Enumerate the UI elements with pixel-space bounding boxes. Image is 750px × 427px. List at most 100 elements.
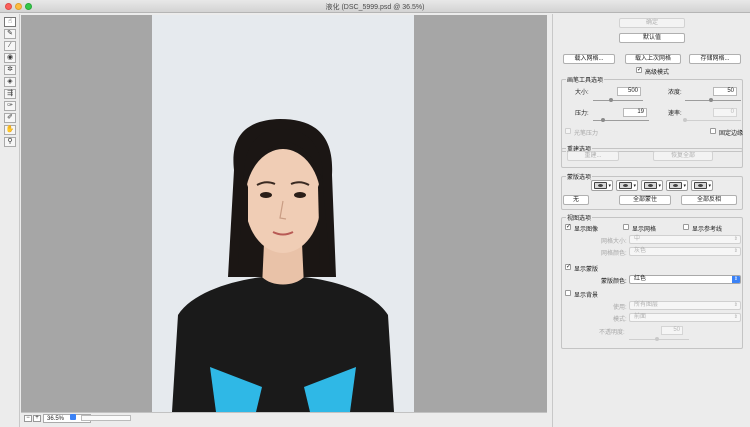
pin-edges-checkbox[interactable]	[710, 128, 716, 134]
use-value: 所有图层	[634, 302, 659, 308]
advanced-mode-checkbox[interactable]: ✓	[636, 67, 642, 73]
density-slider[interactable]	[685, 100, 741, 101]
rate-slider[interactable]	[685, 120, 741, 121]
hand-tool-icon[interactable]: ✋	[4, 125, 16, 135]
opacity-label: 不透明度:	[599, 330, 625, 336]
load-last-mesh-button[interactable]: 载入上次网格	[625, 54, 681, 64]
options-panel: 确定 默认值 载入网格... 载入上次网格 存储网格... ✓ 高级模式 画笔工…	[552, 14, 750, 427]
rate-input[interactable]: 0	[713, 108, 737, 117]
mesh-size-label: 网格大小:	[601, 239, 627, 245]
mesh-color-select[interactable]: 灰色 ⇕	[629, 247, 741, 256]
mask-color-select[interactable]: 红色 ⇕	[629, 275, 741, 284]
opacity-slider[interactable]	[629, 339, 689, 340]
push-left-tool-icon[interactable]: ⇶	[4, 89, 16, 99]
mask-options-title: 蒙版选项	[566, 172, 593, 181]
show-guides-label: 显示参考线	[692, 227, 723, 233]
density-slider-thumb[interactable]	[709, 98, 713, 102]
freeze-mask-tool-icon[interactable]: ✑	[4, 101, 16, 111]
size-slider[interactable]	[593, 100, 643, 101]
show-mesh-checkbox[interactable]	[623, 224, 629, 230]
brush-options-title: 画笔工具选项	[566, 75, 605, 84]
mask-intersect-button[interactable]: ▾	[666, 180, 688, 191]
mesh-size-chevron-icon: ⇕	[733, 236, 738, 242]
ok-button[interactable]: 确定	[619, 18, 685, 28]
window-title: 液化 (DSC_5999.psd @ 36.5%)	[325, 4, 425, 11]
show-mask-label: 显示蒙版	[574, 267, 599, 273]
mask-intersect-icon	[669, 182, 682, 189]
reconstruct-button[interactable]: 重建...	[567, 151, 619, 161]
mask-color-value: 红色	[634, 276, 647, 282]
pressure-input[interactable]: 19	[623, 108, 647, 117]
pin-edges-label: 固定边缘	[719, 131, 744, 137]
stylus-pressure-label: 光笔压力	[574, 131, 599, 137]
advanced-mode-label: 高级模式	[645, 70, 670, 76]
mesh-color-value: 灰色	[634, 248, 647, 254]
pressure-label: 压力:	[575, 111, 589, 117]
mask-add-button[interactable]: ▾	[616, 180, 638, 191]
pressure-slider-thumb[interactable]	[601, 118, 605, 122]
mask-add-icon	[619, 182, 632, 189]
mask-none-button[interactable]: 无	[563, 195, 589, 205]
preview-canvas[interactable]	[21, 15, 547, 412]
twirl-tool-icon[interactable]: ◉	[4, 53, 16, 63]
mode-chevron-icon: ⇕	[733, 314, 738, 320]
size-slider-thumb[interactable]	[609, 98, 613, 102]
title-bar: 液化 (DSC_5999.psd @ 36.5%)	[0, 0, 750, 13]
mask-replace-icon	[594, 182, 607, 189]
restore-all-button[interactable]: 恢复全部	[653, 151, 713, 161]
reconstruct-tool-icon[interactable]: ✎	[4, 29, 16, 39]
mask-invert-icon	[694, 182, 707, 189]
mesh-color-label: 网格颜色:	[601, 251, 627, 257]
density-input[interactable]: 50	[713, 87, 737, 96]
mask-all-button[interactable]: 全部蒙住	[619, 195, 671, 205]
defaults-button[interactable]: 默认值	[619, 33, 685, 43]
show-image-checkbox[interactable]: ✓	[565, 224, 571, 230]
mask-subtract-button[interactable]: ▾	[641, 180, 663, 191]
show-mask-checkbox[interactable]: ✓	[565, 264, 571, 270]
load-mesh-button[interactable]: 载入网格...	[563, 54, 615, 64]
zoom-dropdown-icon[interactable]	[70, 414, 76, 420]
show-backdrop-label: 显示背景	[574, 293, 599, 299]
rate-label: 速率:	[668, 111, 682, 117]
mode-select[interactable]: 前面 ⇕	[629, 313, 741, 322]
pucker-tool-icon[interactable]: ✲	[4, 65, 16, 75]
use-select[interactable]: 所有图层 ⇕	[629, 301, 741, 310]
show-image-label: 显示图像	[574, 227, 599, 233]
mask-color-label: 蒙版颜色:	[601, 279, 627, 285]
invert-all-button[interactable]: 全部反相	[681, 195, 737, 205]
bloat-tool-icon[interactable]: ◈	[4, 77, 16, 87]
view-options-title: 视图选项	[566, 213, 593, 222]
show-mesh-label: 显示网格	[632, 227, 657, 233]
rate-slider-thumb[interactable]	[683, 118, 687, 122]
status-bar: − + 36.5%	[21, 412, 547, 424]
opacity-slider-thumb[interactable]	[655, 337, 659, 341]
use-label: 使用:	[613, 305, 627, 311]
zoom-tool-icon[interactable]: ⚲	[4, 137, 16, 147]
thaw-mask-tool-icon[interactable]: ✐	[4, 113, 16, 123]
zoom-in-button[interactable]: +	[33, 415, 41, 422]
mode-value: 前面	[634, 314, 647, 320]
mode-label: 模式:	[613, 317, 627, 323]
zoom-scroll[interactable]	[81, 415, 131, 421]
tools-panel: ☝ ✎ ⁄ ◉ ✲ ◈ ⇶ ✑ ✐ ✋ ⚲	[0, 14, 20, 427]
smooth-tool-icon[interactable]: ⁄	[4, 41, 16, 51]
density-label: 浓度:	[668, 90, 682, 96]
mesh-size-value: 中	[634, 236, 641, 242]
mask-invert-button[interactable]: ▾	[691, 180, 713, 191]
portrait-image	[152, 15, 414, 412]
portrait-illustration	[152, 15, 414, 412]
mask-replace-button[interactable]: ▾	[591, 180, 613, 191]
use-chevron-icon: ⇕	[733, 302, 738, 308]
mask-subtract-icon	[644, 182, 657, 189]
opacity-input[interactable]: 50	[661, 326, 683, 335]
stylus-pressure-checkbox[interactable]	[565, 128, 571, 134]
mask-color-chevron-icon: ⇕	[732, 276, 740, 283]
show-backdrop-checkbox[interactable]	[565, 290, 571, 296]
mesh-size-select[interactable]: 中 ⇕	[629, 235, 741, 244]
forward-warp-tool-icon[interactable]: ☝	[4, 17, 16, 27]
show-guides-checkbox[interactable]	[683, 224, 689, 230]
save-mesh-button[interactable]: 存储网格...	[689, 54, 741, 64]
mesh-color-chevron-icon: ⇕	[733, 248, 738, 254]
size-input[interactable]: 500	[617, 87, 641, 96]
zoom-out-button[interactable]: −	[24, 415, 32, 422]
